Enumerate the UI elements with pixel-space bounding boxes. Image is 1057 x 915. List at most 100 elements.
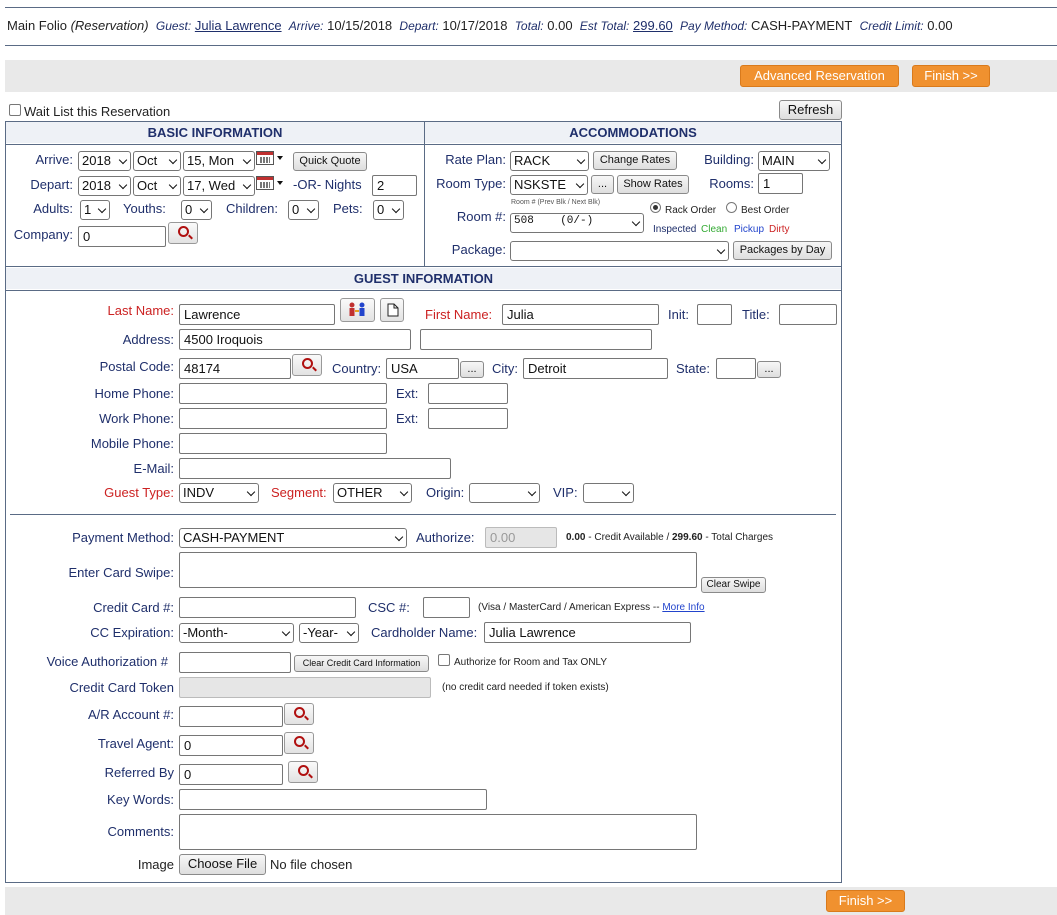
choose-file-button[interactable]: Choose File [179, 854, 266, 875]
country-input[interactable]: USA [386, 358, 459, 379]
image-label: Image [137, 857, 174, 872]
room-number-select[interactable]: 508 (0/-) [510, 213, 644, 233]
wait-list-checkbox[interactable] [9, 104, 21, 116]
guest-name-link[interactable]: Julia Lawrence [195, 18, 282, 33]
change-rates-button[interactable]: Change Rates [593, 151, 677, 170]
cardholder-input[interactable]: Julia Lawrence [484, 622, 691, 643]
refresh-button[interactable]: Refresh [779, 100, 842, 120]
postal-code-input[interactable]: 48174 [179, 358, 291, 379]
cc-expiration-label: CC Expiration: [90, 625, 174, 640]
quick-quote-button[interactable]: Quick Quote [293, 152, 367, 171]
children-select[interactable]: 0 [288, 200, 319, 220]
init-input[interactable] [697, 304, 732, 325]
rooms-input[interactable]: 1 [758, 173, 803, 194]
title-input[interactable] [779, 304, 837, 325]
depart-month-select[interactable]: Oct [133, 176, 181, 196]
comments-textarea[interactable] [179, 814, 697, 850]
state-label: State: [676, 361, 710, 376]
finish-button-top[interactable]: Finish >> [912, 65, 990, 87]
clear-cc-button[interactable]: Clear Credit Card Information [294, 655, 429, 672]
credit-card-input[interactable] [179, 597, 356, 618]
guest-lookup-button[interactable] [340, 298, 375, 322]
finish-button-bottom[interactable]: Finish >> [826, 890, 905, 912]
mobile-phone-input[interactable] [179, 433, 387, 454]
authorize-input: 0.00 [485, 527, 557, 548]
travel-agent-input[interactable]: 0 [179, 735, 283, 756]
state-input[interactable] [716, 358, 756, 379]
email-input[interactable] [179, 458, 451, 479]
building-label: Building: [704, 152, 754, 167]
exp-year-select[interactable]: -Year- [299, 623, 359, 643]
comments-label: Comments: [107, 824, 174, 839]
package-select[interactable] [510, 241, 729, 261]
origin-select[interactable] [469, 483, 540, 503]
key-words-input[interactable] [179, 789, 487, 810]
arrive-month-select[interactable]: Oct [133, 151, 181, 171]
adults-select[interactable]: 1 [80, 200, 110, 220]
total-charges-amount: 299.60 [672, 532, 703, 543]
youths-select[interactable]: 0 [181, 200, 212, 220]
arrive-year-select[interactable]: 2018 [78, 151, 131, 171]
home-ext-input[interactable] [428, 383, 508, 404]
referred-by-input[interactable]: 0 [179, 764, 283, 785]
nights-input[interactable]: 2 [372, 175, 417, 196]
card-swipe-textarea[interactable] [179, 552, 697, 588]
clear-swipe-button[interactable]: Clear Swipe [701, 577, 766, 593]
room-type-select[interactable]: NSKSTE [510, 175, 588, 195]
csc-input[interactable] [423, 597, 470, 618]
arrive-label: Arrive: [288, 19, 324, 33]
home-phone-input[interactable] [179, 383, 387, 404]
country-more-button[interactable]: ... [460, 361, 484, 378]
pets-select[interactable]: 0 [373, 200, 404, 220]
arrive-date: 10/15/2018 [327, 18, 393, 33]
vip-select[interactable] [583, 483, 634, 503]
voice-auth-input[interactable] [179, 652, 291, 673]
exp-month-select[interactable]: -Month- [179, 623, 294, 643]
ar-account-search-button[interactable] [284, 703, 314, 725]
company-search-button[interactable] [168, 222, 198, 244]
segment-select[interactable]: OTHER [333, 483, 412, 503]
guest-type-select[interactable]: INDV [179, 483, 259, 503]
auth-room-tax-checkbox[interactable] [438, 654, 450, 666]
est-total-link[interactable]: 299.60 [633, 18, 673, 33]
depart-year-select[interactable]: 2018 [78, 176, 131, 196]
travel-agent-search-button[interactable] [284, 732, 314, 754]
calendar-dropdown-icon[interactable] [277, 156, 283, 160]
package-label: Package: [451, 242, 506, 257]
section-rule [6, 266, 841, 267]
last-name-input[interactable]: Lawrence [179, 304, 335, 325]
payment-method-select[interactable]: CASH-PAYMENT [179, 528, 407, 548]
calendar-icon[interactable] [256, 176, 274, 190]
token-input [179, 677, 431, 698]
new-guest-button[interactable] [380, 298, 404, 322]
advanced-reservation-button[interactable]: Advanced Reservation [740, 65, 899, 87]
postal-search-button[interactable] [292, 354, 322, 376]
show-rates-button[interactable]: Show Rates [617, 175, 689, 194]
first-name-input[interactable]: Julia [502, 304, 659, 325]
calendar-icon[interactable] [256, 151, 274, 165]
auth-room-tax-label: Authorize for Room and Tax ONLY [454, 657, 608, 668]
building-select[interactable]: MAIN [758, 151, 830, 171]
best-order-radio[interactable] [726, 202, 737, 213]
arrive-day-select[interactable]: 15, Mon [183, 151, 255, 171]
referred-by-search-button[interactable] [288, 761, 318, 783]
packages-by-day-button[interactable]: Packages by Day [733, 241, 832, 260]
more-info-link[interactable]: More Info [662, 602, 704, 613]
work-phone-input[interactable] [179, 408, 387, 429]
ar-account-input[interactable] [179, 706, 283, 727]
legend-pickup: Pickup [734, 224, 765, 235]
work-ext-input[interactable] [428, 408, 508, 429]
address-label: Address: [122, 332, 174, 347]
address-line2-input[interactable] [420, 329, 652, 350]
city-input[interactable]: Detroit [523, 358, 668, 379]
rack-order-radio[interactable] [650, 202, 661, 213]
address-line1-input[interactable]: 4500 Iroquois [179, 329, 411, 350]
company-input[interactable]: 0 [78, 226, 166, 247]
origin-label: Origin: [426, 485, 465, 500]
depart-day-select[interactable]: 17, Wed [183, 176, 255, 196]
calendar-dropdown-icon[interactable] [277, 181, 283, 185]
rate-plan-select[interactable]: RACK [510, 151, 589, 171]
state-more-button[interactable]: ... [757, 361, 781, 378]
room-type-more-button[interactable]: ... [591, 175, 614, 194]
work-ext-label: Ext: [396, 411, 419, 426]
